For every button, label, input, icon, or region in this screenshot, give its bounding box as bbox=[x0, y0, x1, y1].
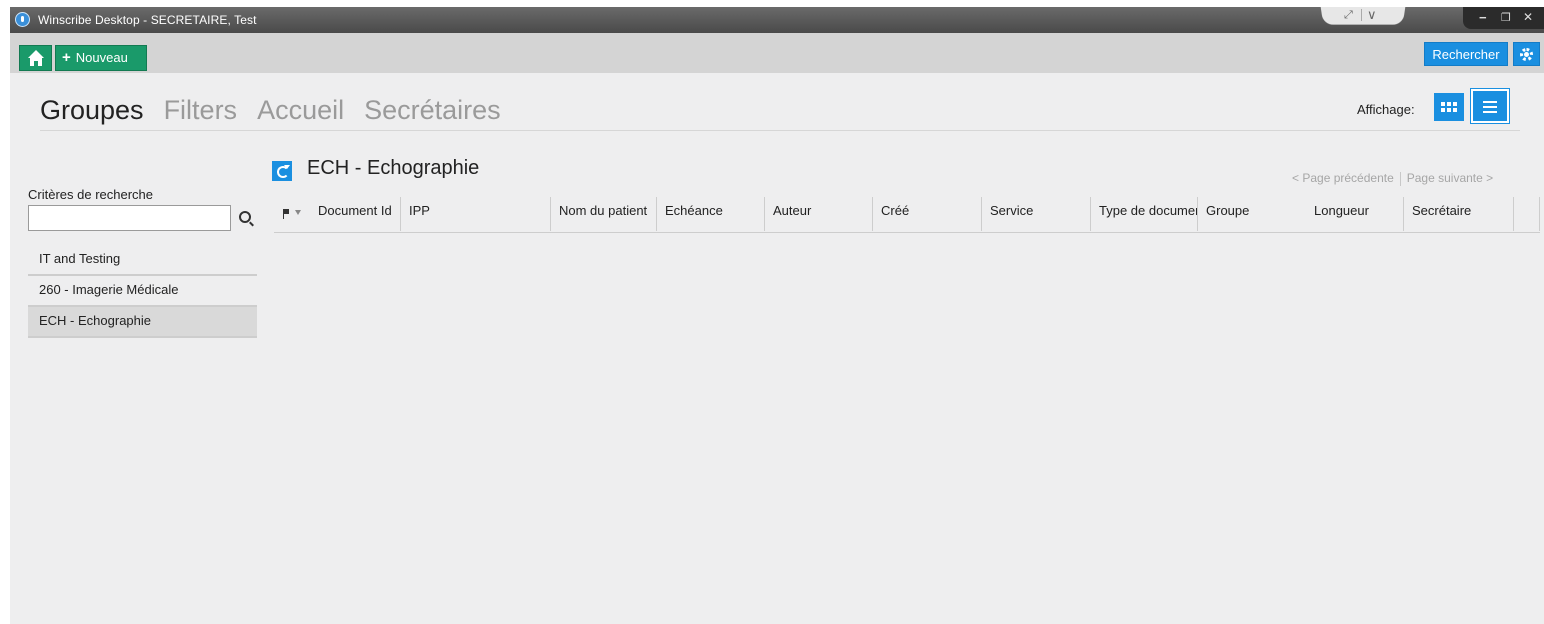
next-page-link[interactable]: Page suivante > bbox=[1407, 171, 1493, 185]
gear-icon bbox=[1520, 48, 1533, 61]
home-button[interactable] bbox=[19, 45, 52, 71]
list-icon bbox=[1483, 101, 1497, 103]
refresh-icon[interactable] bbox=[272, 161, 292, 181]
notch-separator bbox=[1361, 9, 1362, 21]
toolbar: + Nouveau Rechercher bbox=[10, 33, 1544, 73]
list-view-button[interactable] bbox=[1470, 88, 1510, 124]
chevron-down-icon bbox=[295, 210, 301, 215]
previous-page-link[interactable]: < Page précédente bbox=[1292, 171, 1394, 185]
chevron-down-icon[interactable]: ∨ bbox=[1367, 7, 1377, 23]
search-icon[interactable] bbox=[239, 211, 251, 223]
list-icon-line bbox=[1483, 111, 1497, 113]
plus-icon: + bbox=[62, 49, 71, 66]
grid-icon-dot bbox=[1453, 102, 1457, 106]
pager: < Page précédente Page suivante > bbox=[1292, 171, 1493, 186]
column-header-auteur[interactable]: Auteur bbox=[765, 197, 873, 231]
close-button[interactable]: ✕ bbox=[1523, 10, 1533, 24]
settings-button[interactable] bbox=[1513, 42, 1540, 66]
group-title: ECH - Echographie bbox=[307, 157, 480, 179]
microphone-icon bbox=[15, 12, 30, 27]
column-header-echeance[interactable]: Echéance bbox=[657, 197, 765, 231]
expand-icon[interactable]: ⤢ bbox=[1344, 9, 1353, 22]
column-header-service[interactable]: Service bbox=[982, 197, 1091, 231]
column-header-ipp[interactable]: IPP bbox=[401, 197, 551, 231]
nav-tabs: Groupes Filters Accueil Secrétaires bbox=[40, 95, 521, 129]
nav-divider bbox=[40, 130, 1520, 131]
home-icon bbox=[28, 50, 44, 58]
search-button[interactable]: Rechercher bbox=[1424, 42, 1508, 66]
column-header-nom-patient[interactable]: Nom du patient bbox=[551, 197, 657, 231]
new-button-label: Nouveau bbox=[75, 50, 128, 65]
window-title: Winscribe Desktop - SECRETAIRE, Test bbox=[38, 13, 257, 27]
grid-icon-dot bbox=[1453, 108, 1457, 112]
table-header: Document Id IPP Nom du patient Echéance … bbox=[274, 197, 1540, 233]
group-item-imagerie[interactable]: 260 - Imagerie Médicale bbox=[28, 276, 257, 307]
group-item-echographie[interactable]: ECH - Echographie bbox=[28, 307, 257, 338]
column-header-groupe[interactable]: Groupe bbox=[1198, 197, 1306, 231]
grid-icon-dot bbox=[1441, 108, 1445, 112]
column-header-cree[interactable]: Créé bbox=[873, 197, 982, 231]
column-header-type-document[interactable]: Type de document bbox=[1091, 197, 1198, 231]
column-header-document[interactable]: Document Id bbox=[310, 197, 401, 231]
grid-icon-dot bbox=[1447, 102, 1451, 106]
tab-filters[interactable]: Filters bbox=[164, 95, 238, 125]
title-notch bbox=[1320, 7, 1406, 25]
column-header-filler bbox=[1514, 197, 1540, 231]
list-icon-line bbox=[1483, 106, 1497, 108]
column-header-longueur[interactable]: Longueur bbox=[1306, 197, 1404, 231]
tab-groupes[interactable]: Groupes bbox=[40, 95, 144, 125]
flag-column-header[interactable] bbox=[274, 197, 310, 231]
grid-view-button[interactable] bbox=[1434, 93, 1464, 121]
grid-icon bbox=[1441, 102, 1445, 106]
window-controls: − ❐ ✕ bbox=[1463, 7, 1544, 29]
new-button[interactable]: + Nouveau bbox=[55, 45, 147, 71]
group-list: IT and Testing 260 - Imagerie Médicale E… bbox=[28, 245, 257, 338]
restore-button[interactable]: ❐ bbox=[1501, 11, 1511, 24]
view-label: Affichage: bbox=[1357, 102, 1415, 117]
tab-accueil[interactable]: Accueil bbox=[257, 95, 344, 125]
flag-icon bbox=[283, 209, 289, 219]
group-item-it-testing[interactable]: IT and Testing bbox=[28, 245, 257, 276]
column-header-secretaire[interactable]: Secrétaire bbox=[1404, 197, 1514, 231]
search-criteria-label: Critères de recherche bbox=[28, 187, 153, 202]
tab-secretaires[interactable]: Secrétaires bbox=[364, 95, 501, 125]
search-criteria-input[interactable] bbox=[28, 205, 231, 231]
minimize-button[interactable]: − bbox=[1479, 10, 1487, 25]
pager-separator bbox=[1399, 171, 1401, 186]
grid-icon-dot bbox=[1447, 108, 1451, 112]
app-window: Winscribe Desktop - SECRETAIRE, Test ⤢ ∨… bbox=[10, 7, 1544, 624]
title-bar[interactable]: Winscribe Desktop - SECRETAIRE, Test ⤢ ∨… bbox=[10, 7, 1544, 33]
home-icon-door bbox=[34, 61, 38, 66]
